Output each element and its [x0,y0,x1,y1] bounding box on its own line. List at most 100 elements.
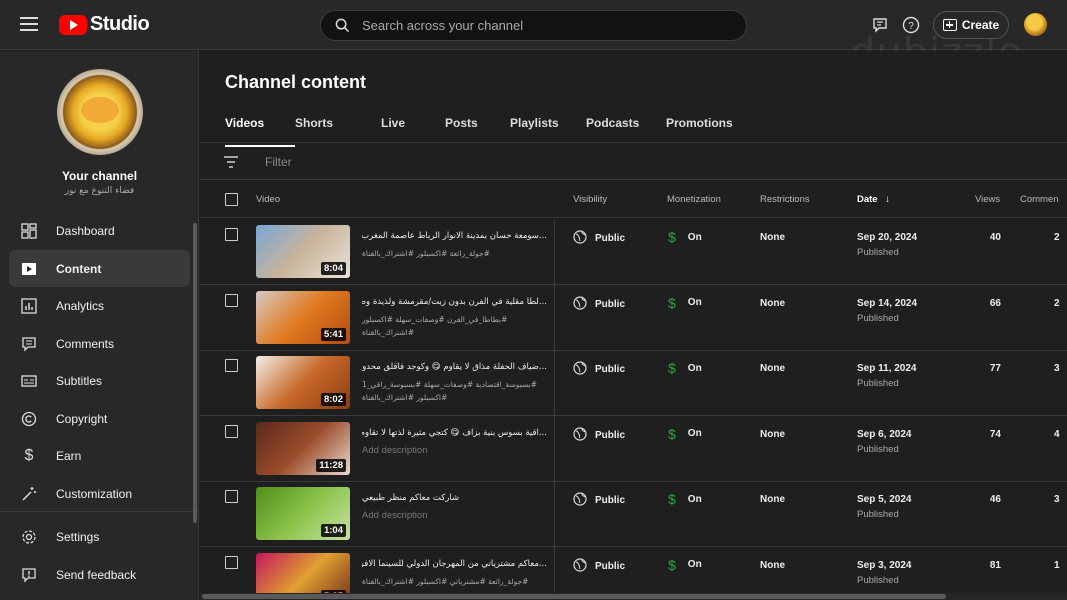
sidebar-item-copyright[interactable]: Copyright [9,400,190,437]
table-row[interactable]: 8:04 ...سومعة حسان بمدينة الانوار الرباط … [200,219,1067,285]
monetization-cell[interactable]: $ On [668,491,702,507]
video-description[interactable]: Add description [362,509,547,522]
studio-logo[interactable]: Studio [59,13,150,36]
channel-avatar[interactable] [57,69,143,155]
sidebar-item-earn[interactable]: $ Earn [9,437,190,474]
video-title[interactable]: ...معاكم مشترياتي من المهرجان الدولي للس… [362,559,547,569]
restrictions-value: None [760,232,785,243]
monetization-cell[interactable]: $ On [668,557,702,573]
video-description[interactable]: Add description [362,444,547,457]
help-icon[interactable]: ? [900,14,922,36]
column-date[interactable]: Date ↓ [857,194,890,205]
video-thumbnail[interactable]: 5:41 [256,290,350,344]
sidebar-item-label: Send feedback [56,567,137,582]
video-thumbnail[interactable]: 1:04 [256,487,350,540]
select-all-checkbox[interactable] [225,193,238,206]
sidebar-item-content[interactable]: Content [9,250,190,287]
views-value: 46 [989,494,1001,505]
sidebar-scrollbar[interactable] [193,223,197,523]
filter-input[interactable]: Filter [265,155,292,169]
sidebar-item-comments[interactable]: Comments [9,325,190,362]
monetization-cell[interactable]: $ On [668,295,702,311]
column-restrictions[interactable]: Restrictions [760,194,810,205]
page-title: Channel content [225,72,367,92]
restrictions-value: None [760,363,785,374]
sidebar-item-dashboard[interactable]: Dashboard [9,212,190,249]
tab-promotions[interactable]: Promotions [666,116,746,140]
search-icon[interactable] [335,18,350,33]
video-thumbnail[interactable]: 8:02 [256,356,350,409]
video-duration: 1:04 [320,524,346,537]
dollar-icon: $ [668,360,676,376]
monetization-cell[interactable]: $ On [668,229,702,245]
sidebar-item-label: Comments [56,336,115,351]
sort-down-arrow-icon[interactable]: ↓ [885,194,890,205]
table-row[interactable]: 11:28 ...اقية بسوس بنية بزاف 😋 كتجي مثيرة… [200,415,1067,482]
tab-live[interactable]: Live [381,116,445,140]
visibility-cell[interactable]: Public [573,295,625,313]
magic-wand-icon [20,485,38,503]
views-value: 81 [989,559,1001,571]
sidebar-item-customization[interactable]: Customization [9,475,190,512]
table-row[interactable]: 8:02 ...ضياف الحفلة مذاق لا يقاوم 😋 وكوجد… [200,350,1067,416]
row-checkbox[interactable] [225,424,238,438]
video-title[interactable]: ...اقية بسوس بنية بزاف 😋 كتجي مثيرة لذته… [362,428,547,438]
column-comments[interactable]: Commen [1020,194,1059,205]
horizontal-scrollbar[interactable] [202,594,946,599]
video-title[interactable]: ...ضياف الحفلة مذاق لا يقاوم 😋 وكوجد فاق… [362,362,547,372]
filter-icon[interactable] [224,155,238,173]
table-row[interactable]: 1:04 شاركت معاكم منظر طبيعي Add descriptio… [200,481,1067,547]
row-checkbox[interactable] [225,490,238,503]
visibility-cell[interactable]: Public [573,492,625,509]
monetization-cell[interactable]: $ On [668,360,702,376]
search-bar[interactable] [320,10,747,41]
tab-shorts[interactable]: Shorts [295,116,381,140]
column-visibility[interactable]: Visibility [573,194,607,205]
tab-podcasts[interactable]: Podcasts [586,116,666,140]
globe-icon [573,426,595,444]
create-icon [942,19,957,31]
menu-icon[interactable] [20,17,38,31]
tab-posts[interactable]: Posts [445,116,510,140]
feedback-bubble-icon[interactable] [869,14,891,36]
status-value: Published [857,443,899,455]
column-monetization[interactable]: Monetization [667,194,721,205]
views-value: 74 [989,428,1001,440]
comments-value: 1 [1054,559,1060,571]
monetization-cell[interactable]: $ On [668,426,702,442]
visibility-cell[interactable]: Public [573,426,625,444]
tab-playlists[interactable]: Playlists [510,116,586,140]
account-avatar[interactable] [1024,13,1047,36]
column-divider [554,350,555,415]
row-checkbox[interactable] [225,359,238,372]
sidebar-item-analytics[interactable]: Analytics [9,287,190,324]
video-title[interactable]: شاركت معاكم منظر طبيعي [362,493,547,503]
row-checkbox[interactable] [225,555,238,569]
tab-videos[interactable]: Videos [225,116,295,147]
column-video: Video [256,194,281,205]
svg-text:?: ? [908,21,914,32]
video-title[interactable]: ...لطا مقلية في الفرن بدون زيت/مقرمشة ول… [362,297,547,307]
table-row[interactable]: 5:41 ...لطا مقلية في الفرن بدون زيت/مقرمش… [200,284,1067,351]
column-views[interactable]: Views [975,194,1000,205]
visibility-cell[interactable]: Public [573,557,625,575]
video-title[interactable]: ...سومعة حسان بمدينة الانوار الرباط عاصم… [362,231,547,241]
row-checkbox[interactable] [225,293,238,307]
filter-bar[interactable]: Filter [200,143,1067,180]
video-description: #بطاطا_في_الفرن #وصفات_سهلة #اكسبلور #اش… [362,314,508,337]
video-thumbnail[interactable]: 11:28 [256,421,350,475]
visibility-cell[interactable]: Public [573,230,625,247]
status-value: Published [857,378,899,389]
search-input[interactable] [362,18,702,33]
table-row[interactable]: 5:35...معاكم مشترياتي من المهرجان الدولي… [200,546,1067,600]
row-checkbox[interactable] [225,228,238,241]
comments-value: 3 [1054,494,1060,505]
date-value: Sep 6, 2024 [857,428,912,440]
sidebar-item-settings[interactable]: Settings [9,518,190,555]
video-thumbnail[interactable]: 8:04 [256,225,350,278]
sidebar-item-subtitles[interactable]: Subtitles [9,362,190,399]
visibility-cell[interactable]: Public [573,361,625,378]
sidebar-item-send-feedback[interactable]: Send feedback [9,556,190,593]
dollar-icon: $ [668,556,676,573]
create-button[interactable]: Create [933,11,1009,39]
